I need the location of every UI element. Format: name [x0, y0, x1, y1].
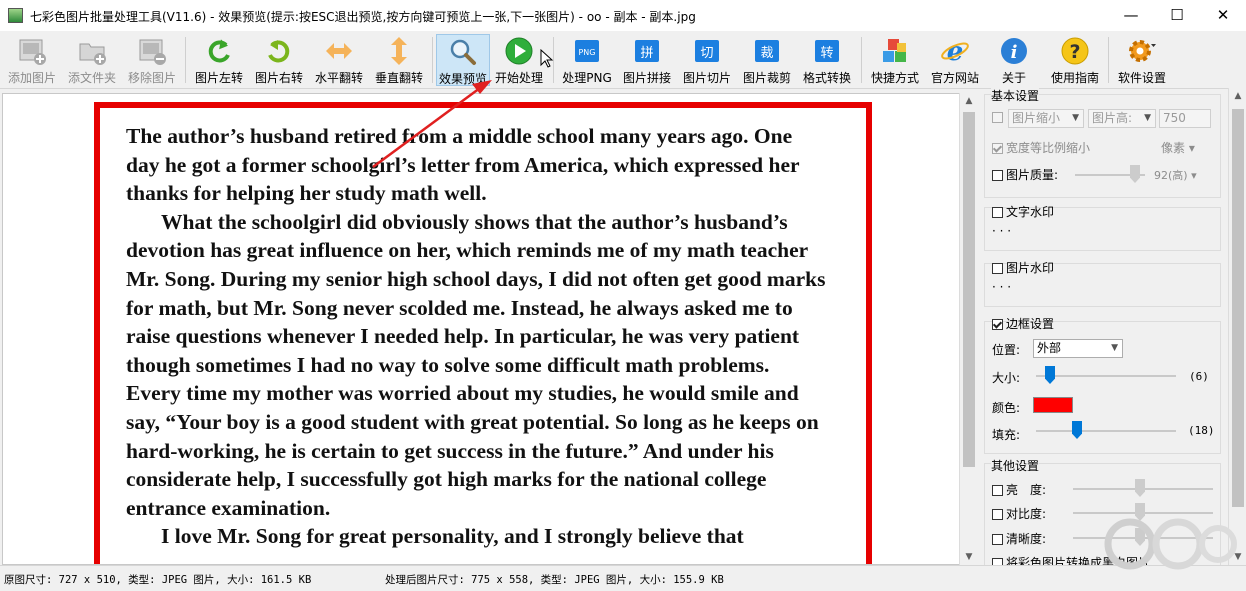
border-color-swatch[interactable]: [1033, 397, 1073, 413]
other-settings-title: 其他设置: [991, 457, 1040, 474]
preview-scrollbar[interactable]: ▲ ▼: [959, 93, 977, 565]
settings-scroll-up-icon[interactable]: ▲: [1229, 88, 1246, 104]
basic-settings-title: 基本设置: [991, 88, 1040, 104]
unit-select[interactable]: 像素 ▾: [1161, 139, 1195, 156]
border-color-label: 颜色:: [992, 401, 1021, 415]
text-watermark-more[interactable]: · · ·: [992, 224, 1011, 238]
settings-panel: 基本设置 图片缩小 ▼ 图片高: ▼ 750 宽度等比例缩小 像素 ▾ 图片质量: …: [978, 88, 1228, 565]
border-fill-label: 填充:: [992, 428, 1021, 442]
image-watermark-checkbox[interactable]: 图片水印: [992, 259, 1054, 276]
height-input[interactable]: 750: [1159, 109, 1211, 128]
border-size-slider-track[interactable]: [1036, 375, 1176, 377]
status-bar: 原图尺寸: 727 x 510, 类型: JPEG 图片, 大小: 161.5 …: [0, 565, 1246, 591]
original-image-info: 原图尺寸: 727 x 510, 类型: JPEG 图片, 大小: 161.5 …: [4, 574, 312, 586]
shrink-check[interactable]: [992, 112, 1003, 123]
border-position-select[interactable]: 外部 ▼: [1033, 339, 1123, 358]
processed-image-info: 处理后图片尺寸: 775 x 558, 类型: JPEG 图片, 大小: 155…: [385, 574, 724, 586]
brightness-checkbox[interactable]: 亮 度:: [992, 481, 1046, 498]
shrink-checkbox[interactable]: [992, 110, 1006, 124]
settings-scrollbar-thumb[interactable]: [1232, 109, 1244, 507]
text-watermark-checkbox[interactable]: 文字水印: [992, 203, 1054, 220]
height-select[interactable]: 图片高: ▼: [1088, 109, 1156, 128]
clarity-checkbox[interactable]: 清晰度:: [992, 530, 1046, 547]
keep-ratio-checkbox[interactable]: 宽度等比例缩小: [992, 139, 1090, 156]
quality-checkbox[interactable]: 图片质量:: [992, 166, 1058, 183]
shrink-select[interactable]: 图片缩小 ▼: [1008, 109, 1084, 128]
contrast-checkbox[interactable]: 对比度:: [992, 505, 1046, 522]
scrollbar-thumb[interactable]: [963, 112, 975, 467]
border-size-value: (6): [1189, 370, 1209, 383]
image-watermark-more[interactable]: · · ·: [992, 280, 1011, 294]
site-watermark-logo: [1104, 518, 1237, 570]
scroll-down-icon[interactable]: ▼: [960, 549, 978, 565]
border-fill-slider-track[interactable]: [1036, 430, 1176, 432]
border-position-label: 位置:: [992, 343, 1021, 357]
quality-value: 92(高) ▾: [1154, 169, 1197, 182]
border-fill-value: (18): [1188, 424, 1215, 437]
border-checkbox[interactable]: 边框设置: [992, 315, 1054, 332]
border-size-label: 大小:: [992, 371, 1021, 385]
scroll-up-icon[interactable]: ▲: [960, 93, 978, 109]
settings-scrollbar[interactable]: ▲ ▼: [1228, 88, 1246, 565]
